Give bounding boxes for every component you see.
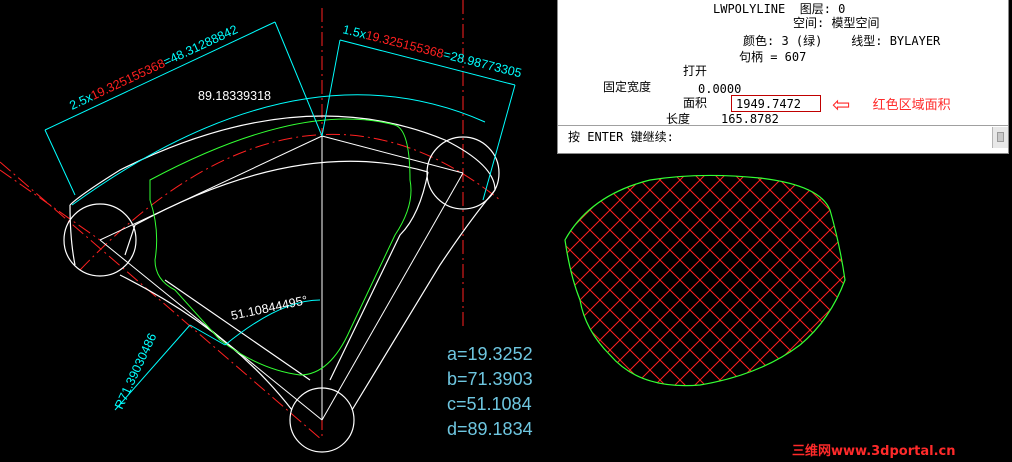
param-a: a=19.3252 xyxy=(447,344,533,364)
dim-arc-top[interactable]: 89.18339318 xyxy=(198,89,271,103)
list-line-open: 打开 xyxy=(683,64,708,78)
left-arrow-icon: ⇦ xyxy=(832,93,851,118)
list-line-space: 空间: 模型空间 xyxy=(793,16,880,30)
watermark: 三维网www.3dportal.cn xyxy=(792,444,956,459)
hatched-region xyxy=(564,174,846,387)
param-b: b=71.3903 xyxy=(447,369,533,389)
autocad-text-window[interactable]: LWPOLYLINE 图层: 0 空间: 模型空间 颜色: 3 (绿) 线型: … xyxy=(557,0,1009,154)
dim-radius[interactable]: R71.39030486 xyxy=(112,331,159,411)
dim-top-right[interactable]: 1.5x19.325155368=28.98773305 xyxy=(341,22,523,80)
window-separator xyxy=(558,125,1008,126)
list-line-area-label: 面积 xyxy=(683,96,708,110)
list-line-length-value: 165.8782 xyxy=(721,112,779,126)
list-line-area-value: 1949.7472 xyxy=(736,97,802,111)
construction-lines xyxy=(99,135,464,421)
offset-profile-green xyxy=(149,118,412,376)
area-annotation: ⇦ 红色区域面积 xyxy=(832,93,951,118)
list-line-width-value: 0.0000 xyxy=(698,82,742,96)
param-c: c=51.1084 xyxy=(447,394,532,414)
list-line-width-label: 固定宽度 xyxy=(603,80,652,94)
vertical-scrollbar[interactable] xyxy=(992,127,1008,148)
annotation-text: 红色区域面积 xyxy=(872,98,951,113)
command-line[interactable]: 按 ENTER 键继续: xyxy=(558,127,992,148)
command-prompt[interactable]: 按 ENTER 键继续: xyxy=(568,130,674,144)
list-line-length-label: 长度 xyxy=(666,112,691,126)
dim-angle[interactable]: 51.10844495° xyxy=(230,293,309,323)
list-line-color: 颜色: 3 (绿) 线型: BYLAYER xyxy=(743,34,941,48)
parameter-list: a=19.3252 b=71.3903 c=51.1084 d=89.1834 xyxy=(447,342,533,442)
param-d: d=89.1834 xyxy=(447,419,533,439)
scroll-thumb[interactable] xyxy=(997,132,1004,142)
list-line-object: LWPOLYLINE 图层: 0 xyxy=(713,2,846,16)
list-line-handle: 句柄 = 607 xyxy=(739,50,807,64)
